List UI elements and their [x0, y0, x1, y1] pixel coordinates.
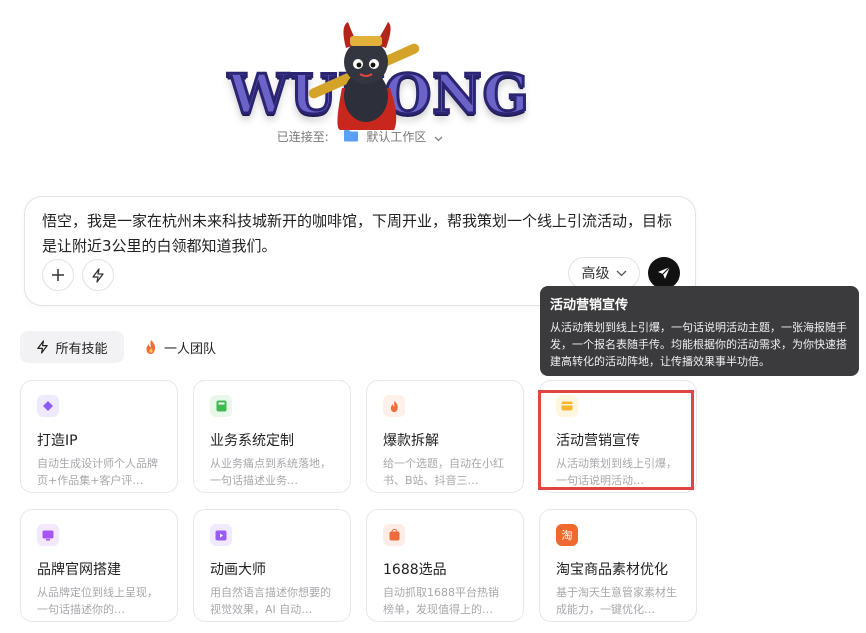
paper-plane-icon: [658, 266, 671, 279]
ip-icon: [37, 395, 59, 417]
connected-label: 已连接至:: [276, 130, 329, 144]
card-title: 1688选品: [383, 562, 447, 578]
skill-tooltip: 活动营销宣传 从活动策划到线上引爆，一句话说明活动主题，一张海报随手发，一个报名…: [540, 286, 859, 376]
card-description: 给一个选题，自动在小红书、B站、抖音三…: [383, 457, 504, 487]
calculator-icon: [210, 395, 232, 417]
skill-card-viral-breakdown[interactable]: 爆款拆解 给一个选题，自动在小红书、B站、抖音三…: [366, 380, 524, 493]
monitor-icon: [37, 524, 59, 546]
workspace-selector[interactable]: 默认工作区: [366, 130, 426, 144]
taobao-glyph: 淘: [561, 529, 573, 542]
card-description: 从品牌定位到线上呈现，一句话描述你的…: [37, 586, 158, 616]
tab-all-skills[interactable]: 所有技能: [20, 331, 124, 363]
skills-button[interactable]: [82, 259, 114, 291]
card-title: 爆款拆解: [383, 433, 439, 449]
connection-status: 已连接至: 默认工作区: [0, 128, 720, 147]
card-description: 自动生成设计师个人品牌页+作品集+客户评…: [37, 457, 158, 487]
tab-one-person-team[interactable]: 一人团队: [144, 331, 244, 363]
skill-card-ip[interactable]: 打造IP 自动生成设计师个人品牌页+作品集+客户评…: [20, 380, 178, 493]
chevron-down-icon: [616, 270, 626, 276]
skill-card-1688-selection[interactable]: 1688选品 自动抓取1688平台热销榜单，发现值得上的…: [366, 509, 524, 622]
card-title: 淘宝商品素材优化: [556, 562, 668, 578]
plus-icon: [52, 269, 64, 281]
card-description: 基于淘天生意管家素材生成能力，一键优化…: [556, 586, 677, 616]
card-title: 品牌官网搭建: [37, 562, 121, 578]
advanced-options-button[interactable]: 高级: [568, 257, 640, 289]
add-button[interactable]: [42, 259, 74, 291]
lightning-icon: [92, 267, 104, 283]
card-title: 动画大师: [210, 562, 266, 578]
shop-icon: [383, 524, 405, 546]
video-icon: [210, 524, 232, 546]
skill-card-brand-website[interactable]: 品牌官网搭建 从品牌定位到线上呈现，一句话描述你的…: [20, 509, 178, 622]
fire-icon: [146, 340, 156, 354]
card-title: 业务系统定制: [210, 433, 294, 449]
card-description: 从业务痛点到系统落地，一句话描述业务…: [210, 457, 331, 487]
skill-card-business-system[interactable]: 业务系统定制 从业务痛点到系统落地，一句话描述业务…: [193, 380, 351, 493]
wukong-logo: WUKONG: [224, 18, 530, 130]
card-title: 打造IP: [37, 433, 78, 449]
taobao-icon: 淘: [556, 524, 578, 546]
chevron-down-icon[interactable]: [434, 131, 443, 145]
tab-label: 一人团队: [164, 341, 217, 357]
tab-label: 所有技能: [55, 341, 108, 357]
folder-icon: [343, 129, 359, 145]
skill-card-animation-master[interactable]: 动画大师 用自然语言描述你想要的视觉效果，AI 自动…: [193, 509, 351, 622]
tooltip-title: 活动营销宣传: [550, 298, 629, 313]
mascot-illustration: [308, 22, 420, 130]
card-description: 自动抓取1688平台热销榜单，发现值得上的…: [383, 586, 499, 616]
flame-icon: [383, 395, 405, 417]
card-title: 活动营销宣传: [556, 433, 640, 449]
prompt-input[interactable]: 悟空，我是一家在杭州未来科技城新开的咖啡馆，下周开业，帮我策划一个线上引流活动，…: [42, 209, 678, 259]
skill-card-taobao-optimization[interactable]: 淘 淘宝商品素材优化 基于淘天生意管家素材生成能力，一键优化…: [539, 509, 697, 622]
lightning-icon: [37, 340, 49, 354]
advanced-label: 高级: [581, 266, 610, 282]
tooltip-description: 从活动策划到线上引爆，一句话说明活动主题，一张海报随手发，一个报名表随手传。均能…: [550, 321, 847, 368]
card-description: 用自然语言描述你想要的视觉效果，AI 自动…: [210, 586, 331, 616]
card-description: 从活动策划到线上引爆，一句话说明活动…: [556, 457, 677, 487]
send-button[interactable]: [648, 257, 680, 289]
skill-card-event-marketing[interactable]: 活动营销宣传 从活动策划到线上引爆，一句话说明活动…: [539, 380, 697, 493]
card-icon: [556, 395, 578, 417]
